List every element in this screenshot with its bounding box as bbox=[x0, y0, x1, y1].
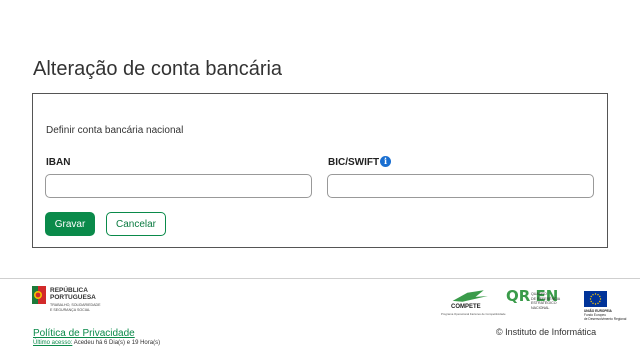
privacy-policy-link[interactable]: Política de Privacidade bbox=[33, 328, 135, 339]
qren-logo: QR EN QUADRO DE REFERÊNCIA ESTRATÉGICO N… bbox=[506, 289, 570, 320]
compete-logo-icon bbox=[452, 290, 488, 302]
compete-subtitle: Programa Operacional Factores de Competi… bbox=[441, 312, 506, 316]
bic-swift-label: BIC/SWIFT bbox=[328, 157, 380, 168]
cancel-button[interactable]: Cancelar bbox=[106, 212, 166, 236]
republic-line-2: PORTUGUESA bbox=[50, 294, 96, 301]
republic-logo: REPÚBLICA PORTUGUESA TRABALHO, SOLIDARIE… bbox=[32, 286, 152, 320]
last-access-value: Acedeu há 6 Dia(s) e 19 Hora(s) bbox=[72, 340, 161, 346]
compete-logo: COMPETE Programa Operacional Factores de… bbox=[441, 288, 506, 318]
eu-text: UNIÃO EUROPEIA Fundo Europeu de Desenvol… bbox=[584, 309, 626, 321]
bank-account-form-panel: Definir conta bancária nacional IBAN BIC… bbox=[32, 93, 608, 248]
eu-flag-icon bbox=[584, 291, 607, 307]
form-subtitle: Definir conta bancária nacional bbox=[46, 125, 184, 136]
copyright: © Instituto de Informática bbox=[496, 327, 597, 337]
page-title: Alteração de conta bancária bbox=[33, 58, 283, 80]
qren-text-4: NACIONAL bbox=[531, 305, 550, 310]
last-access-label: Último acesso: bbox=[33, 340, 73, 346]
iban-label: IBAN bbox=[46, 157, 71, 168]
eu-text-3: de Desenvolvimento Regional bbox=[584, 317, 627, 321]
republic-name: REPÚBLICA PORTUGUESA bbox=[50, 287, 96, 301]
portuguese-republic-emblem-icon bbox=[32, 286, 46, 304]
last-access-info: Último acesso: Acedeu há 6 Dia(s) e 19 H… bbox=[33, 340, 160, 346]
compete-name: COMPETE bbox=[451, 304, 481, 310]
save-button[interactable]: Gravar bbox=[45, 212, 95, 236]
footer-divider bbox=[0, 278, 640, 279]
republic-line-1: REPÚBLICA bbox=[50, 287, 88, 294]
iban-input[interactable] bbox=[45, 174, 312, 198]
bic-swift-input[interactable] bbox=[327, 174, 594, 198]
qren-text: QUADRO DE REFERÊNCIA ESTRATÉGICO NACIONA… bbox=[531, 292, 560, 310]
republic-ministry: TRABALHO, SOLIDARIEDADE E SEGURANÇA SOCI… bbox=[50, 303, 101, 312]
eu-logo: UNIÃO EUROPEIA Fundo Europeu de Desenvol… bbox=[584, 291, 626, 321]
republic-sub-line-1: TRABALHO, SOLIDARIEDADE bbox=[50, 303, 101, 307]
info-icon[interactable]: i bbox=[380, 156, 391, 167]
republic-sub-line-2: E SEGURANÇA SOCIAL bbox=[50, 307, 91, 312]
